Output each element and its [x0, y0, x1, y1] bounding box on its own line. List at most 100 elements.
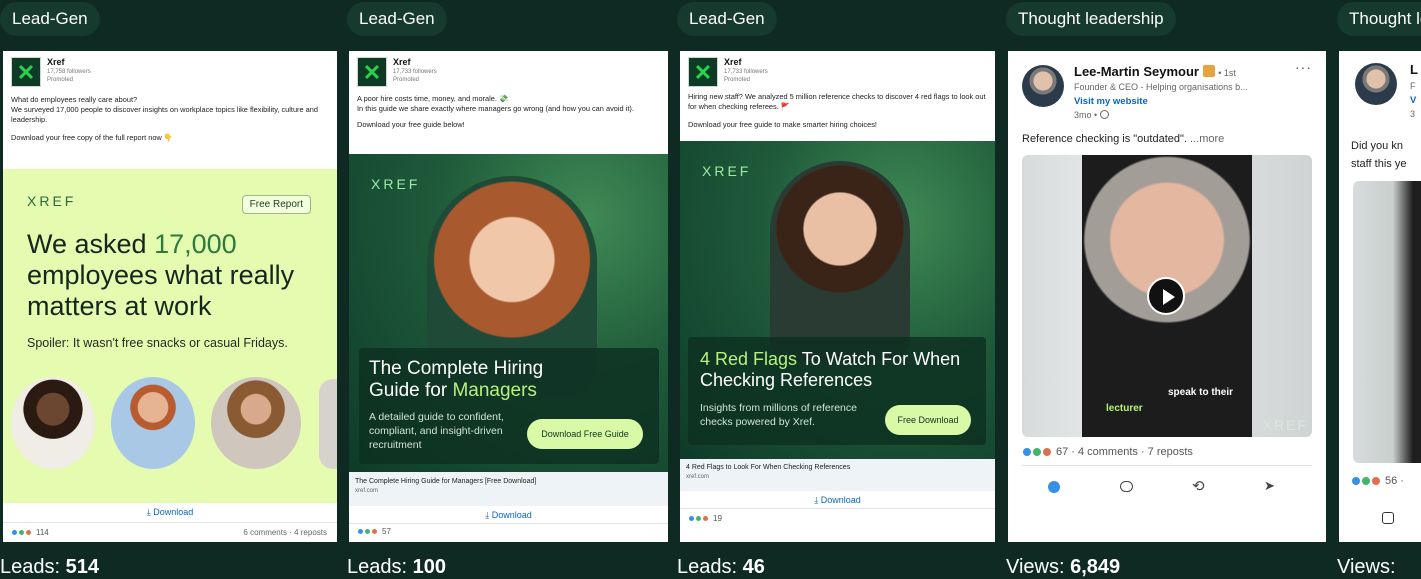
link-domain: xref.com [355, 488, 379, 494]
column-lead-gen-1: Lead-Gen ✕ Xref 17,758 followers Promote… [0, 0, 337, 579]
download-link[interactable]: ⤓ Download [680, 495, 995, 506]
engagement-stats[interactable]: · 4 comments · 7 reposts [1071, 446, 1193, 458]
author-name-text[interactable]: Lee-Martin Seymour [1074, 64, 1199, 79]
download-guide-button[interactable]: Download Free Guide [527, 419, 643, 449]
comment-icon[interactable] [1120, 481, 1133, 492]
headline-part: We asked [27, 229, 155, 259]
play-icon[interactable] [1147, 277, 1185, 315]
brand-logo: XREF [27, 193, 77, 209]
post-text: A poor hire costs time, money, and moral… [357, 94, 660, 130]
divider [680, 508, 995, 509]
free-report-badge: Free Report [241, 195, 311, 214]
x-logo-icon[interactable]: ✕ [357, 57, 387, 87]
divider [3, 522, 337, 523]
metric-label: Leads: [677, 556, 743, 578]
column-lead-gen-3: Lead-Gen ✕ Xref 17,733 followers Promote… [677, 0, 995, 579]
column-lead-gen-2: Lead-Gen ✕ Xref 17,733 followers Promote… [347, 0, 668, 579]
more-icon[interactable]: ··· [1295, 59, 1312, 75]
reactions-summary[interactable]: 57 [357, 527, 391, 536]
author-name[interactable]: Lee-Martin Seymour • 1st [1074, 64, 1236, 79]
brand-logo: XREF [371, 176, 421, 192]
linkedin-post-card[interactable]: ✕ Xref 17,758 followers Promoted What do… [3, 51, 337, 542]
video-player[interactable]: speak to their lecturer XREF [1022, 155, 1312, 437]
avatar[interactable] [1355, 63, 1397, 105]
person-photo [211, 377, 301, 469]
person-photo [770, 161, 910, 361]
linkedin-post-card[interactable]: ✕ Xref 17,733 followers Promoted Hiring … [680, 51, 995, 542]
video-player[interactable] [1353, 181, 1421, 463]
video-caption: speak to their [1168, 387, 1234, 398]
category-tag: Lead-Gen [347, 2, 447, 36]
like-icon [11, 529, 18, 536]
headline-part: employees what really matters at work [27, 260, 295, 321]
repost-icon[interactable]: ⟲ [1192, 477, 1205, 495]
linkedin-post-card[interactable]: Lee-Martin Seymour • 1st ··· Founder & C… [1008, 51, 1326, 542]
person-photo [11, 377, 95, 469]
post-header: ✕ Xref 17,733 followers Promoted [357, 57, 437, 87]
followers-count: 17,733 followers [724, 69, 768, 75]
see-more-link[interactable]: ...more [1190, 133, 1224, 145]
post-text-line: Download your free copy of the full repo… [11, 133, 174, 142]
ad-creative[interactable]: XREF Free Report We asked 17,000 employe… [3, 169, 337, 503]
metric-label: Views: [1006, 556, 1071, 578]
post-header: ✕ Xref 17,758 followers Promoted [11, 57, 91, 87]
like-icon[interactable] [1382, 512, 1394, 524]
ad-creative[interactable]: XREF 4 Red Flags To Watch For When Check… [680, 141, 995, 459]
free-download-button[interactable]: Free Download [885, 405, 971, 435]
love-icon [702, 515, 709, 522]
post-text: Did you kn staff this ye [1351, 137, 1406, 173]
x-logo-icon[interactable]: ✕ [688, 57, 718, 87]
link-preview[interactable]: 4 Red Flags to Look For When Checking Re… [680, 459, 995, 491]
like-icon[interactable] [1048, 481, 1060, 493]
like-icon [357, 528, 364, 535]
celebrate-icon [364, 528, 371, 535]
author-role: Founder & CEO - Helping organisations b.… [1074, 82, 1248, 92]
metric-value: 514 [65, 556, 99, 578]
reactions-summary[interactable]: 114 [11, 528, 49, 537]
category-tag: Thought leadership [1006, 2, 1176, 36]
views-metric: Views: [1337, 556, 1396, 579]
like-icon [1022, 447, 1032, 457]
promoted-label: Promoted [47, 77, 74, 83]
celebrate-icon [1361, 476, 1371, 486]
ad-creative[interactable]: XREF The Complete Hiring Guide for Manag… [349, 154, 668, 472]
creative-headline: The Complete Hiring Guide for Managers [369, 358, 579, 402]
reactions-summary[interactable]: 19 [688, 514, 722, 523]
engagement-stats[interactable]: 6 comments · 4 reposts [243, 528, 327, 537]
avatar[interactable] [1022, 65, 1064, 107]
metric-value: 46 [742, 556, 765, 578]
love-icon [25, 529, 32, 536]
download-link[interactable]: ⤓ Download [349, 510, 668, 521]
time-text: 3mo • [1074, 110, 1098, 120]
link-title[interactable]: The Complete Hiring Guide for Managers [… [355, 478, 662, 485]
creative-subtext: A detailed guide to confident, compliant… [369, 411, 504, 451]
company-name[interactable]: Xref [47, 57, 91, 68]
send-icon[interactable]: ➤ [1264, 478, 1275, 494]
headline-highlight: 4 Red Flags [700, 349, 798, 369]
leads-metric: Leads: 100 [347, 556, 446, 579]
button-label: Free Download [897, 415, 959, 425]
spoiler-text: Spoiler: It wasn't free snacks or casual… [27, 336, 288, 350]
celebrate-icon [695, 515, 702, 522]
website-link[interactable]: V [1410, 95, 1416, 106]
post-header: ✕ Xref 17,733 followers Promoted [688, 57, 768, 87]
reactions-summary[interactable]: 56 · [1351, 475, 1404, 487]
reactions-summary[interactable]: 67 · 4 comments · 7 reposts [1022, 446, 1193, 458]
x-logo-icon[interactable]: ✕ [11, 57, 41, 87]
company-name[interactable]: Xref [393, 57, 437, 68]
button-label: Download Free Guide [541, 429, 629, 439]
company-name[interactable]: Xref [724, 57, 768, 68]
website-link[interactable]: Visit my website [1074, 96, 1148, 107]
link-preview[interactable]: The Complete Hiring Guide for Managers [… [349, 472, 668, 506]
person-photo [111, 377, 195, 469]
author-name[interactable]: L [1410, 62, 1418, 77]
love-icon [1042, 447, 1052, 457]
reaction-count: 57 [382, 527, 391, 536]
linkedin-post-card[interactable]: L F V 3 Did you kn staff this ye 56 · [1339, 51, 1421, 542]
globe-icon [1099, 110, 1109, 119]
linkedin-post-card[interactable]: ✕ Xref 17,733 followers Promoted A poor … [349, 51, 668, 542]
link-title[interactable]: 4 Red Flags to Look For When Checking Re… [686, 464, 989, 471]
post-text: What do employees really care about? We … [11, 95, 329, 143]
creative-headline: 4 Red Flags To Watch For When Checking R… [700, 349, 970, 391]
download-link[interactable]: ⤓ Download [3, 507, 337, 518]
